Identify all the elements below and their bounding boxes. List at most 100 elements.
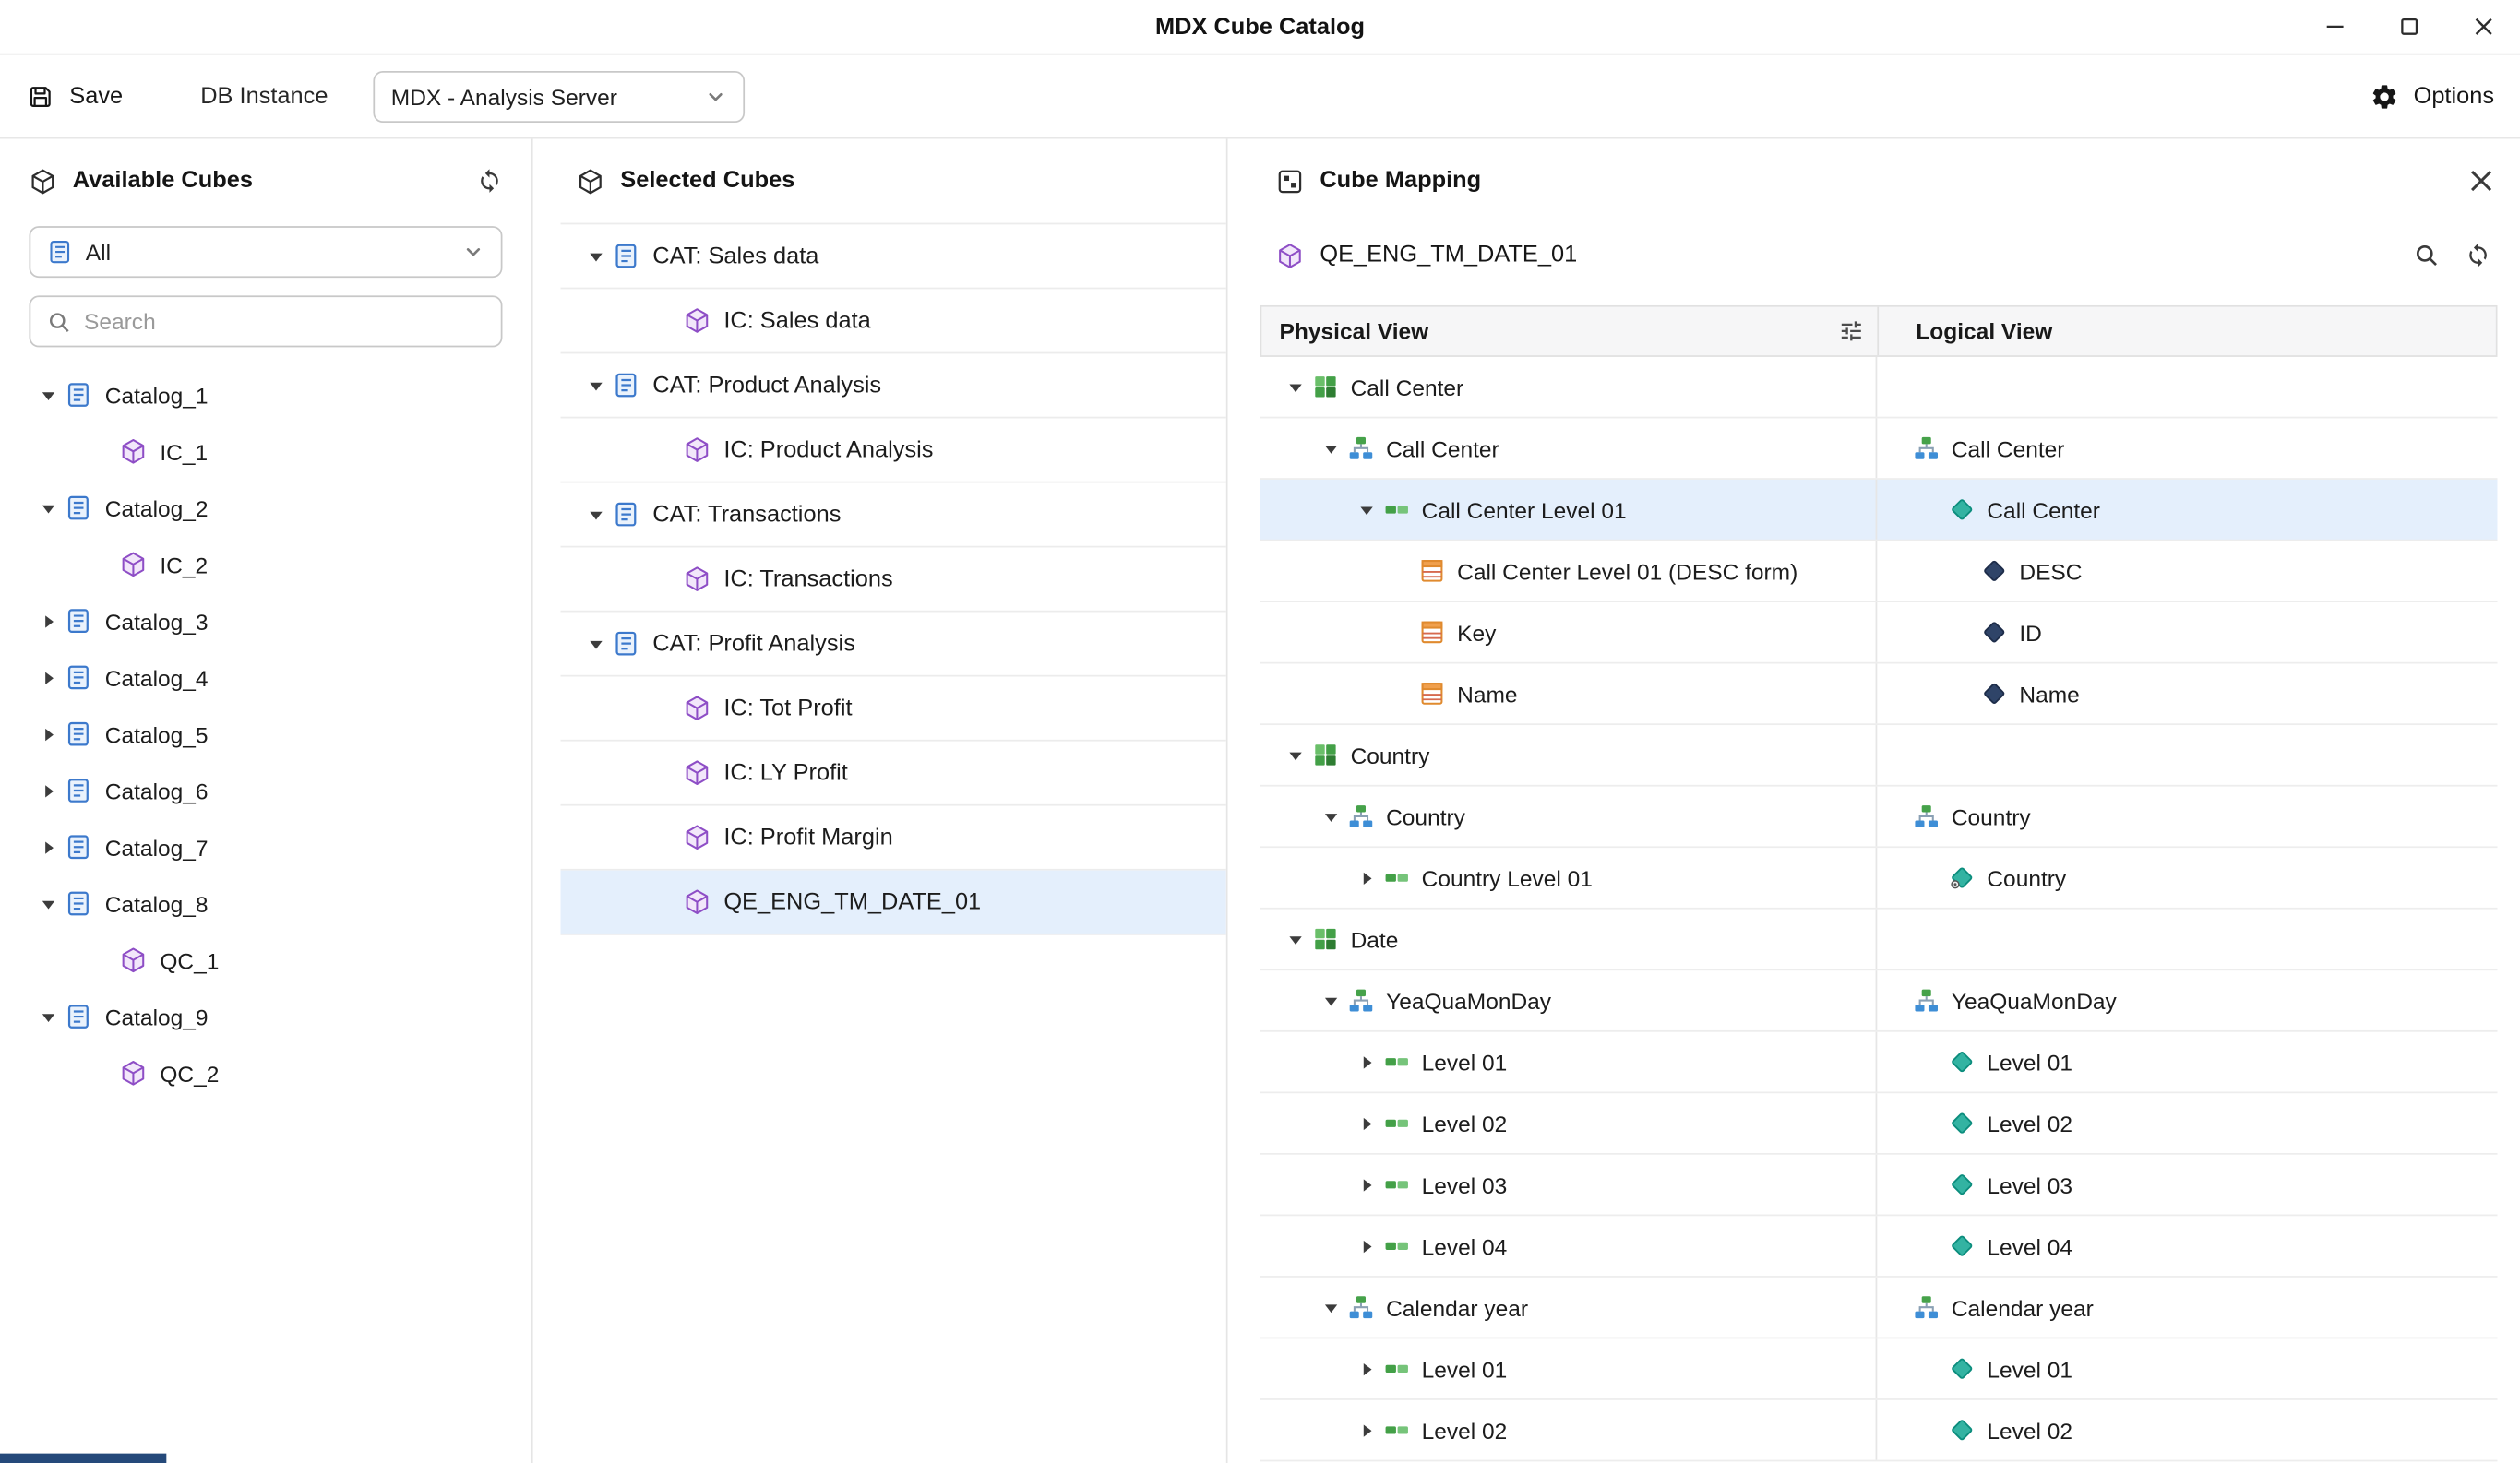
caret-down-icon[interactable] xyxy=(580,498,613,530)
chevron-down-icon xyxy=(462,241,485,264)
selected-cube-row[interactable]: IC: Product Analysis xyxy=(560,418,1225,482)
logical-label: YeaQuaMonDay xyxy=(1952,988,2117,1014)
caret-down-icon[interactable] xyxy=(1315,1291,1347,1324)
selected-cube-row[interactable]: IC: Profit Margin xyxy=(560,806,1225,871)
mapping-row[interactable]: Level 03Level 03 xyxy=(1260,1155,2498,1217)
caret-down-icon[interactable] xyxy=(32,492,65,524)
physical-view-column-header: Physical View xyxy=(1261,307,1879,356)
diamond-dark-icon xyxy=(1980,619,2008,647)
mapping-row[interactable]: NameName xyxy=(1260,664,2498,726)
mapping-row[interactable]: Level 04Level 04 xyxy=(1260,1216,2498,1278)
selected-cube-row[interactable]: CAT: Sales data xyxy=(560,224,1225,289)
caret-down-icon[interactable] xyxy=(32,379,65,411)
tree-item[interactable]: Catalog_6 xyxy=(0,762,531,818)
caret-down-icon[interactable] xyxy=(580,240,613,272)
gear-icon xyxy=(2370,81,2399,111)
caret-down-icon[interactable] xyxy=(580,627,613,660)
close-mapping-button[interactable] xyxy=(2468,168,2494,194)
tree-item[interactable]: Catalog_7 xyxy=(0,819,531,875)
tree-item-label: QC_1 xyxy=(160,947,219,973)
mapping-row[interactable]: Level 02Level 02 xyxy=(1260,1400,2498,1462)
refresh-available-button[interactable] xyxy=(476,168,502,194)
selected-cube-label: IC: LY Profit xyxy=(723,760,848,786)
mapping-row[interactable]: Call Center Level 01Call Center xyxy=(1260,480,2498,541)
selected-cube-row[interactable]: IC: Transactions xyxy=(560,547,1225,612)
physical-cell: Date xyxy=(1260,910,1878,969)
selected-cubes-panel: Selected Cubes CAT: Sales dataIC: Sales … xyxy=(533,139,1228,1463)
caret-down-icon[interactable] xyxy=(1315,984,1347,1017)
selected-cube-row[interactable]: CAT: Profit Analysis xyxy=(560,613,1225,677)
selected-cube-row[interactable]: CAT: Product Analysis xyxy=(560,353,1225,418)
selected-cube-row[interactable]: QE_ENG_TM_DATE_01 xyxy=(560,871,1225,935)
caret-right-icon[interactable] xyxy=(32,831,65,863)
caret-down-icon[interactable] xyxy=(1280,739,1312,771)
selected-cube-row[interactable]: IC: LY Profit xyxy=(560,742,1225,806)
logical-label: DESC xyxy=(2019,558,2082,584)
caret-down-icon[interactable] xyxy=(32,1001,65,1033)
tree-item[interactable]: Catalog_9 xyxy=(0,988,531,1044)
toolbar: Save DB Instance MDX - Analysis Server O… xyxy=(0,55,2520,139)
mapping-refresh-button[interactable] xyxy=(2466,243,2491,268)
caret-down-icon[interactable] xyxy=(1351,494,1383,526)
tree-item[interactable]: Catalog_1 xyxy=(0,366,531,422)
physical-view-label: Physical View xyxy=(1280,318,1429,344)
filter-button[interactable] xyxy=(1838,318,1864,344)
mapping-row[interactable]: Level 01Level 01 xyxy=(1260,1338,2498,1400)
caret-down-icon[interactable] xyxy=(32,887,65,920)
mapping-row[interactable]: Level 02Level 02 xyxy=(1260,1093,2498,1155)
caret-right-icon[interactable] xyxy=(32,605,65,637)
caret-right-icon[interactable] xyxy=(1351,1046,1383,1078)
caret-down-icon[interactable] xyxy=(1315,432,1347,464)
caret-right-icon[interactable] xyxy=(32,661,65,694)
catalog-filter-select[interactable]: All xyxy=(30,226,503,278)
catalog-icon xyxy=(613,501,640,529)
tree-item[interactable]: IC_2 xyxy=(0,536,531,592)
db-instance-select[interactable]: MDX - Analysis Server xyxy=(374,70,746,122)
tree-item[interactable]: QC_1 xyxy=(0,932,531,988)
caret-right-icon[interactable] xyxy=(1351,1169,1383,1201)
mapping-row[interactable]: Level 01Level 01 xyxy=(1260,1032,2498,1094)
mapping-row[interactable]: Call Center Level 01 (DESC form)DESC xyxy=(1260,541,2498,602)
caret-right-icon[interactable] xyxy=(32,718,65,750)
mapping-row[interactable]: Calendar yearCalendar year xyxy=(1260,1278,2498,1339)
caret-down-icon[interactable] xyxy=(1280,371,1312,403)
mapping-row[interactable]: YeaQuaMonDayYeaQuaMonDay xyxy=(1260,970,2498,1032)
options-button[interactable]: Options xyxy=(2370,81,2494,111)
save-button[interactable]: Save xyxy=(26,81,123,111)
tree-item[interactable]: Catalog_5 xyxy=(0,706,531,762)
mapping-row[interactable]: CountryCountry xyxy=(1260,787,2498,849)
close-button[interactable] xyxy=(2446,0,2520,54)
mapping-row[interactable]: Date xyxy=(1260,910,2498,971)
caret-right-icon[interactable] xyxy=(1351,862,1383,894)
caret-down-icon[interactable] xyxy=(580,369,613,401)
mapping-search-button[interactable] xyxy=(2414,243,2440,268)
logical-label: Level 01 xyxy=(1987,1049,2072,1075)
maximize-button[interactable] xyxy=(2371,0,2446,54)
tree-item[interactable]: IC_1 xyxy=(0,423,531,480)
selected-cube-row[interactable]: IC: Tot Profit xyxy=(560,677,1225,742)
tree-item[interactable]: Catalog_2 xyxy=(0,480,531,536)
caret-right-icon[interactable] xyxy=(1351,1352,1383,1385)
caret-down-icon[interactable] xyxy=(1315,800,1347,832)
hierarchy-icon xyxy=(1347,1293,1375,1321)
caret-down-icon[interactable] xyxy=(1280,923,1312,956)
tree-item[interactable]: Catalog_3 xyxy=(0,593,531,649)
tree-item[interactable]: Catalog_4 xyxy=(0,649,531,706)
diamond-teal-key-icon xyxy=(1948,864,1976,892)
caret-right-icon[interactable] xyxy=(1351,1230,1383,1262)
selected-cube-row[interactable]: IC: Sales data xyxy=(560,289,1225,353)
mapping-row[interactable]: Call Center xyxy=(1260,357,2498,419)
mapping-row[interactable]: KeyID xyxy=(1260,602,2498,664)
caret-right-icon[interactable] xyxy=(1351,1414,1383,1446)
logical-label: Level 01 xyxy=(1987,1356,2072,1382)
caret-right-icon[interactable] xyxy=(1351,1107,1383,1139)
tree-item[interactable]: Catalog_8 xyxy=(0,875,531,932)
search-input[interactable] xyxy=(84,308,484,334)
tree-item[interactable]: QC_2 xyxy=(0,1045,531,1101)
caret-right-icon[interactable] xyxy=(32,774,65,806)
mapping-row[interactable]: Country Level 01Country xyxy=(1260,848,2498,910)
mapping-row[interactable]: Country xyxy=(1260,725,2498,787)
minimize-button[interactable] xyxy=(2297,0,2371,54)
selected-cube-row[interactable]: CAT: Transactions xyxy=(560,482,1225,547)
mapping-row[interactable]: Call CenterCall Center xyxy=(1260,418,2498,480)
